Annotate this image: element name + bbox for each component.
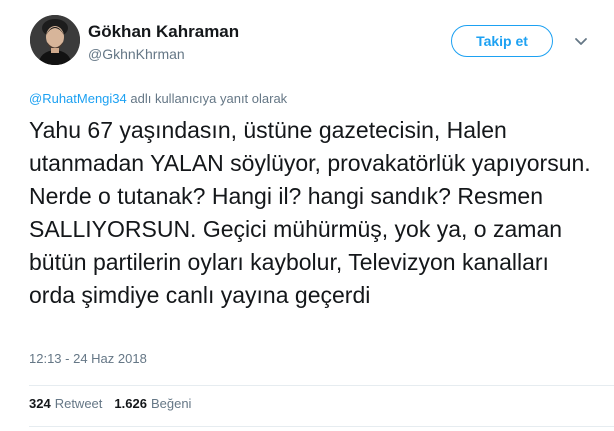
tweet-card: Gökhan Kahraman @GkhnKhrman Takip et @Ru… [0, 0, 614, 431]
reply-suffix: adlı kullanıcıya yanıt olarak [126, 91, 288, 106]
retweet-stat[interactable]: 324 Retweet [29, 396, 102, 411]
like-stat[interactable]: 1.626 Beğeni [114, 396, 191, 411]
tweet-stats: 324 Retweet 1.626 Beğeni [29, 396, 203, 411]
like-label: Beğeni [150, 396, 192, 411]
follow-button[interactable]: Takip et [451, 25, 553, 57]
retweet-count: 324 [29, 396, 51, 411]
author-avatar[interactable] [30, 15, 80, 65]
tweet-timestamp[interactable]: 12:13 - 24 Haz 2018 [29, 351, 147, 366]
chevron-down-icon[interactable] [574, 37, 588, 47]
reply-context: @RuhatMengi34 adlı kullanıcıya yanıt ola… [29, 91, 287, 106]
author-name[interactable]: Gökhan Kahraman [88, 22, 239, 42]
divider [29, 385, 614, 386]
tweet-text: Yahu 67 yaşındasın, üstüne gazetecisin, … [29, 117, 591, 308]
person-avatar-icon [30, 15, 80, 65]
retweet-label: Retweet [54, 396, 103, 411]
author-handle[interactable]: @GkhnKhrman [88, 46, 185, 62]
reply-mention-link[interactable]: @RuhatMengi34 [29, 91, 127, 106]
divider [29, 426, 614, 427]
like-count: 1.626 [114, 396, 147, 411]
